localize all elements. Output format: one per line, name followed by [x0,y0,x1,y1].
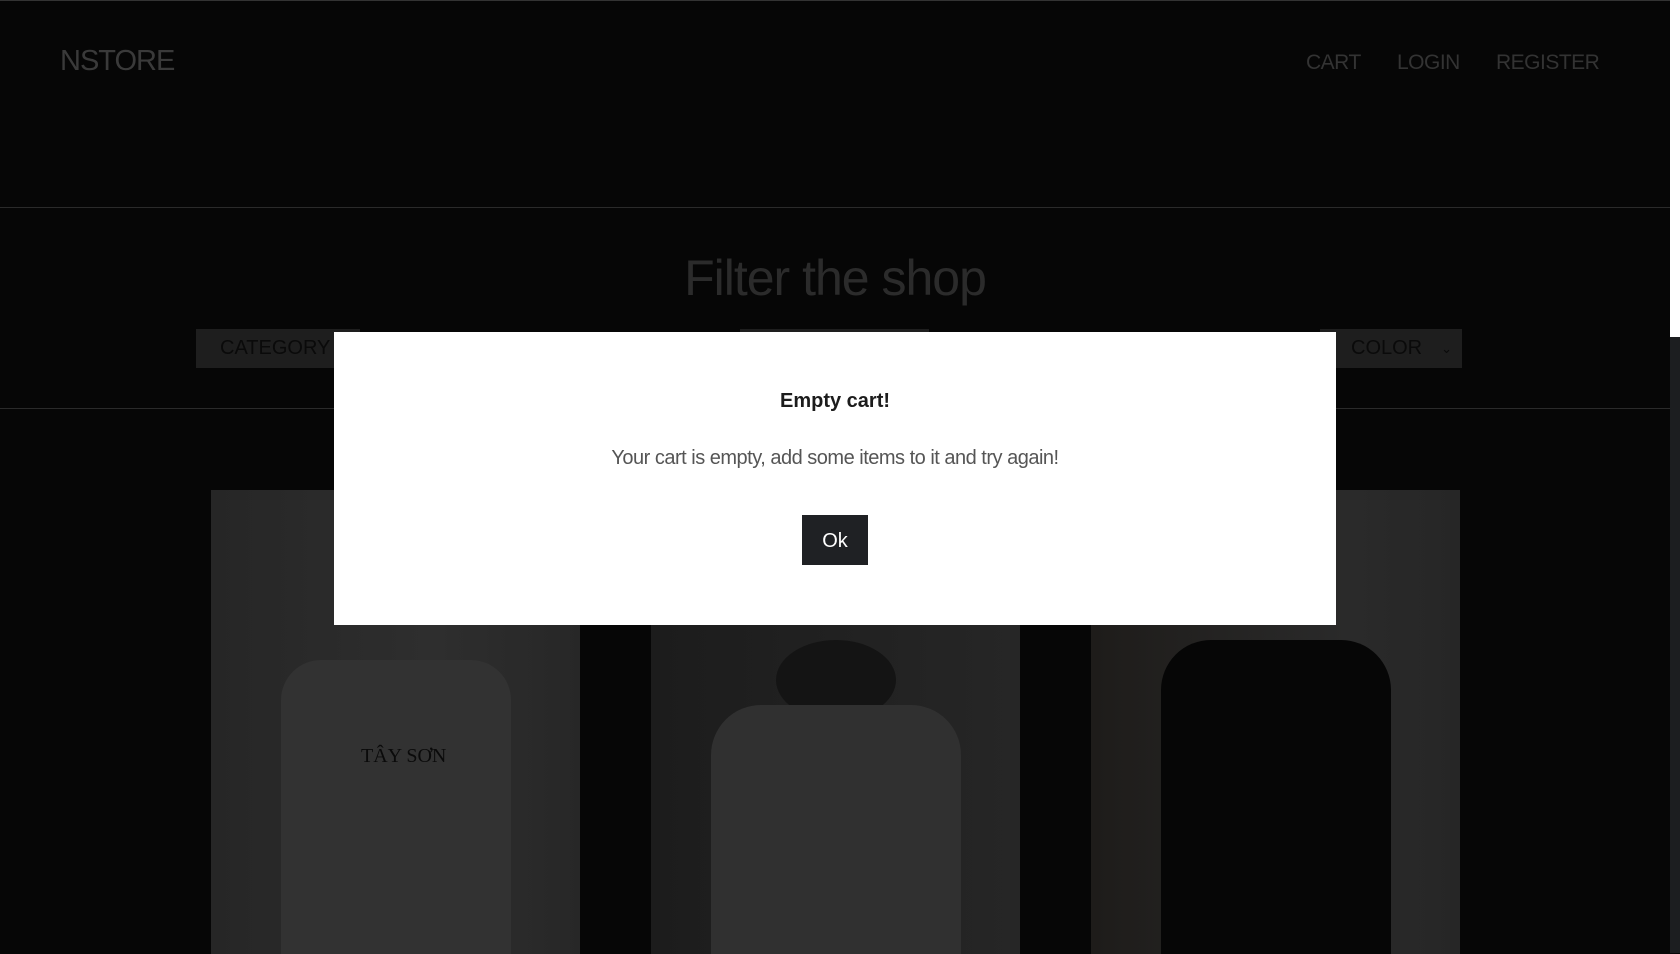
scrollbar-thumb[interactable] [1670,0,1680,337]
dialog-title: Empty cart! [779,390,891,412]
empty-cart-dialog: Empty cart! Your cart is empty, add some… [334,332,1336,625]
dialog-message: Your cart is empty, add some items to it… [611,447,1059,469]
ok-button[interactable]: Ok [802,515,868,565]
